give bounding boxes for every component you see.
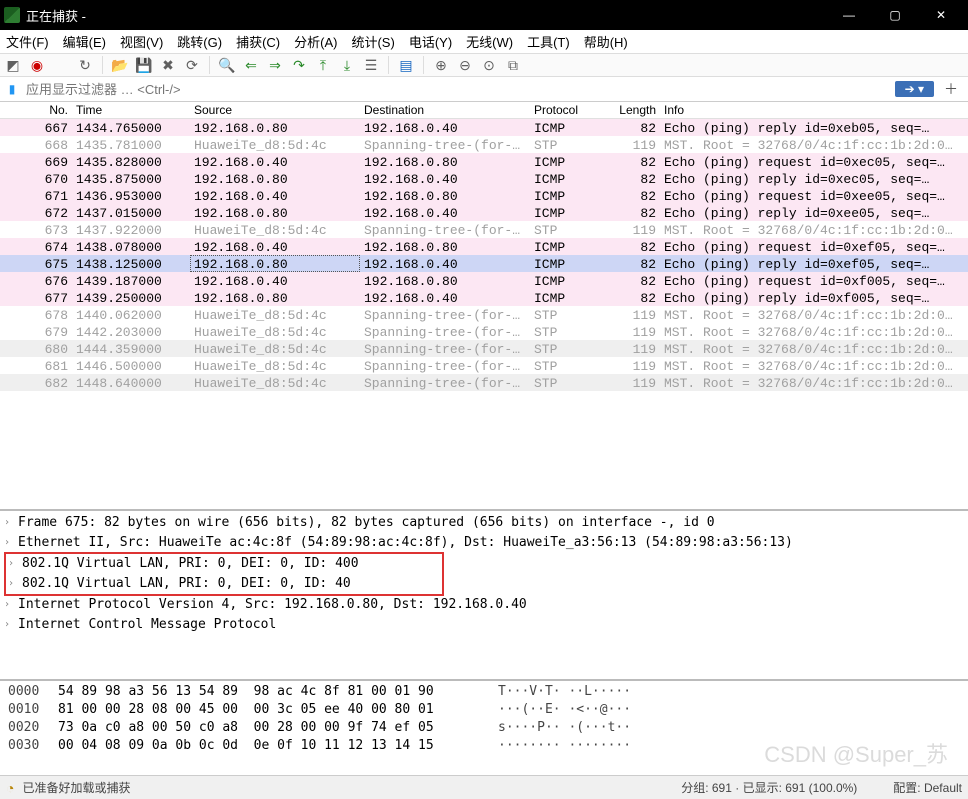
maximize-button[interactable]: ▢ (872, 0, 918, 30)
menu-item[interactable]: 捕获(C) (236, 32, 280, 51)
menu-item[interactable]: 统计(S) (351, 32, 394, 51)
menu-item[interactable]: 视图(V) (120, 32, 163, 51)
hex-line[interactable]: 002073 0a c0 a8 00 50 c0 a8 00 28 00 00 … (8, 719, 960, 737)
go-first-icon[interactable]: ⤒ (314, 56, 332, 74)
status-center: 分组: 691 · 已显示: 691 (100.0%) (681, 779, 857, 796)
chevron-right-icon: › (4, 595, 18, 615)
packet-row[interactable]: 6711436.953000192.168.0.40192.168.0.80IC… (0, 187, 968, 204)
separator (209, 56, 210, 74)
packet-row[interactable]: 6741438.078000192.168.0.40192.168.0.80IC… (0, 238, 968, 255)
chevron-right-icon: › (4, 533, 18, 553)
chevron-right-icon: › (4, 513, 18, 533)
packet-row[interactable]: 6801444.359000HuaweiTe_d8:5d:4cSpanning-… (0, 340, 968, 357)
minimize-button[interactable]: — (826, 0, 872, 30)
separator (423, 56, 424, 74)
menubar: 文件(F) 编辑(E) 视图(V) 跳转(G) 捕获(C) 分析(A) 统计(S) 电话(Y)… (0, 30, 968, 54)
window-title: 正在捕获 - (26, 6, 826, 25)
col-time[interactable]: Time (72, 102, 190, 118)
restart-capture-icon[interactable]: ↻ (76, 56, 94, 74)
packet-list-header[interactable]: No. Time Source Destination Protocol Len… (0, 102, 968, 119)
menu-item[interactable]: 跳转(G) (177, 32, 222, 51)
toolbar: ◩ ◉ ↻ 📂 💾 ✖ ⟳ 🔍 ⇐ ⇒ ↷ ⤒ ⤓ ☰ ▤ ⊕ ⊖ ⊙ ⧉ (0, 54, 968, 77)
add-filter-button[interactable]: ＋ (938, 79, 964, 99)
detail-row[interactable]: ›802.1Q Virtual LAN, PRI: 0, DEI: 0, ID:… (8, 554, 440, 574)
resize-columns-icon[interactable]: ⧉ (504, 56, 522, 74)
col-len[interactable]: Length (604, 102, 660, 118)
packet-row[interactable]: 6721437.015000192.168.0.80192.168.0.40IC… (0, 204, 968, 221)
detail-row[interactable]: ›Internet Protocol Version 4, Src: 192.1… (4, 595, 964, 615)
save-icon[interactable]: 💾 (135, 56, 153, 74)
close-file-icon[interactable]: ✖ (159, 56, 177, 74)
col-proto[interactable]: Protocol (530, 102, 604, 118)
go-last-icon[interactable]: ⤓ (338, 56, 356, 74)
col-src[interactable]: Source (190, 102, 360, 118)
stop-capture-icon[interactable] (52, 56, 70, 74)
find-icon[interactable]: 🔍 (218, 56, 236, 74)
packet-row[interactable]: 6751438.125000192.168.0.80192.168.0.40IC… (0, 255, 968, 272)
go-to-packet-icon[interactable]: ↷ (290, 56, 308, 74)
detail-row[interactable]: ›Ethernet II, Src: HuaweiTe ac:4c:8f (54… (4, 533, 964, 553)
detail-row[interactable]: ›802.1Q Virtual LAN, PRI: 0, DEI: 0, ID:… (8, 574, 440, 594)
auto-scroll-icon[interactable]: ☰ (362, 56, 380, 74)
chevron-right-icon: › (8, 554, 22, 574)
menu-item[interactable]: 电话(Y) (409, 32, 452, 51)
menu-item[interactable]: 文件(F) (6, 32, 49, 51)
col-no[interactable]: No. (0, 102, 72, 118)
packet-row[interactable]: 6811446.500000HuaweiTe_d8:5d:4cSpanning-… (0, 357, 968, 374)
packet-row[interactable]: 6781440.062000HuaweiTe_d8:5d:4cSpanning-… (0, 306, 968, 323)
zoom-out-icon[interactable]: ⊖ (456, 56, 474, 74)
hex-line[interactable]: 001081 00 00 28 08 00 45 00 00 3c 05 ee … (8, 701, 960, 719)
packet-row[interactable]: 6671434.765000192.168.0.80192.168.0.40IC… (0, 119, 968, 136)
hex-line[interactable]: 003000 04 08 09 0a 0b 0c 0d 0e 0f 10 11 … (8, 737, 960, 755)
menu-item[interactable]: 分析(A) (294, 32, 337, 51)
packet-row[interactable]: 6681435.781000HuaweiTe_d8:5d:4cSpanning-… (0, 136, 968, 153)
apply-filter-button[interactable]: ➔ ▾ (895, 81, 934, 97)
display-filter-input[interactable] (24, 80, 891, 99)
status-right: 配置: Default (893, 779, 962, 796)
packet-row[interactable]: 6691435.828000192.168.0.40192.168.0.80IC… (0, 153, 968, 170)
chevron-right-icon: › (4, 615, 18, 635)
interfaces-icon[interactable]: ◩ (4, 56, 22, 74)
reload-icon[interactable]: ⟳ (183, 56, 201, 74)
statusbar: ◔ 已准备好加载或捕获 分组: 691 · 已显示: 691 (100.0%) … (0, 775, 968, 799)
close-button[interactable]: ✕ (918, 0, 964, 30)
menu-item[interactable]: 无线(W) (466, 32, 513, 51)
start-capture-icon[interactable]: ◉ (28, 56, 46, 74)
status-left: 已准备好加载或捕获 (22, 779, 130, 796)
menu-item[interactable]: 帮助(H) (584, 32, 628, 51)
packet-row[interactable]: 6791442.203000HuaweiTe_d8:5d:4cSpanning-… (0, 323, 968, 340)
menu-item[interactable]: 编辑(E) (63, 32, 106, 51)
col-info[interactable]: Info (660, 102, 968, 118)
open-icon[interactable]: 📂 (111, 56, 129, 74)
go-back-icon[interactable]: ⇐ (242, 56, 260, 74)
packet-row[interactable]: 6701435.875000192.168.0.80192.168.0.40IC… (0, 170, 968, 187)
packet-row[interactable]: 6771439.250000192.168.0.80192.168.0.40IC… (0, 289, 968, 306)
expert-info-icon[interactable]: ◔ (6, 780, 14, 796)
app-icon (4, 7, 20, 23)
colorize-icon[interactable]: ▤ (397, 56, 415, 74)
bookmark-filter-icon[interactable]: ▮ (4, 81, 20, 97)
detail-row[interactable]: ›Frame 675: 82 bytes on wire (656 bits),… (4, 513, 964, 533)
separator (102, 56, 103, 74)
zoom-reset-icon[interactable]: ⊙ (480, 56, 498, 74)
menu-item[interactable]: 工具(T) (527, 32, 570, 51)
hex-line[interactable]: 000054 89 98 a3 56 13 54 89 98 ac 4c 8f … (8, 683, 960, 701)
separator (388, 56, 389, 74)
detail-row[interactable]: ›Internet Control Message Protocol (4, 615, 964, 635)
zoom-in-icon[interactable]: ⊕ (432, 56, 450, 74)
packet-details[interactable]: ›Frame 675: 82 bytes on wire (656 bits),… (0, 511, 968, 681)
chevron-right-icon: › (8, 574, 22, 594)
display-filter-bar: ▮ ➔ ▾ ＋ (0, 77, 968, 102)
go-forward-icon[interactable]: ⇒ (266, 56, 284, 74)
packet-row[interactable]: 6731437.922000HuaweiTe_d8:5d:4cSpanning-… (0, 221, 968, 238)
packet-row[interactable]: 6761439.187000192.168.0.40192.168.0.80IC… (0, 272, 968, 289)
packet-list[interactable]: No. Time Source Destination Protocol Len… (0, 102, 968, 511)
titlebar: 正在捕获 - — ▢ ✕ (0, 0, 968, 30)
packet-bytes[interactable]: 000054 89 98 a3 56 13 54 89 98 ac 4c 8f … (0, 681, 968, 775)
col-dst[interactable]: Destination (360, 102, 530, 118)
packet-row[interactable]: 6821448.640000HuaweiTe_d8:5d:4cSpanning-… (0, 374, 968, 391)
